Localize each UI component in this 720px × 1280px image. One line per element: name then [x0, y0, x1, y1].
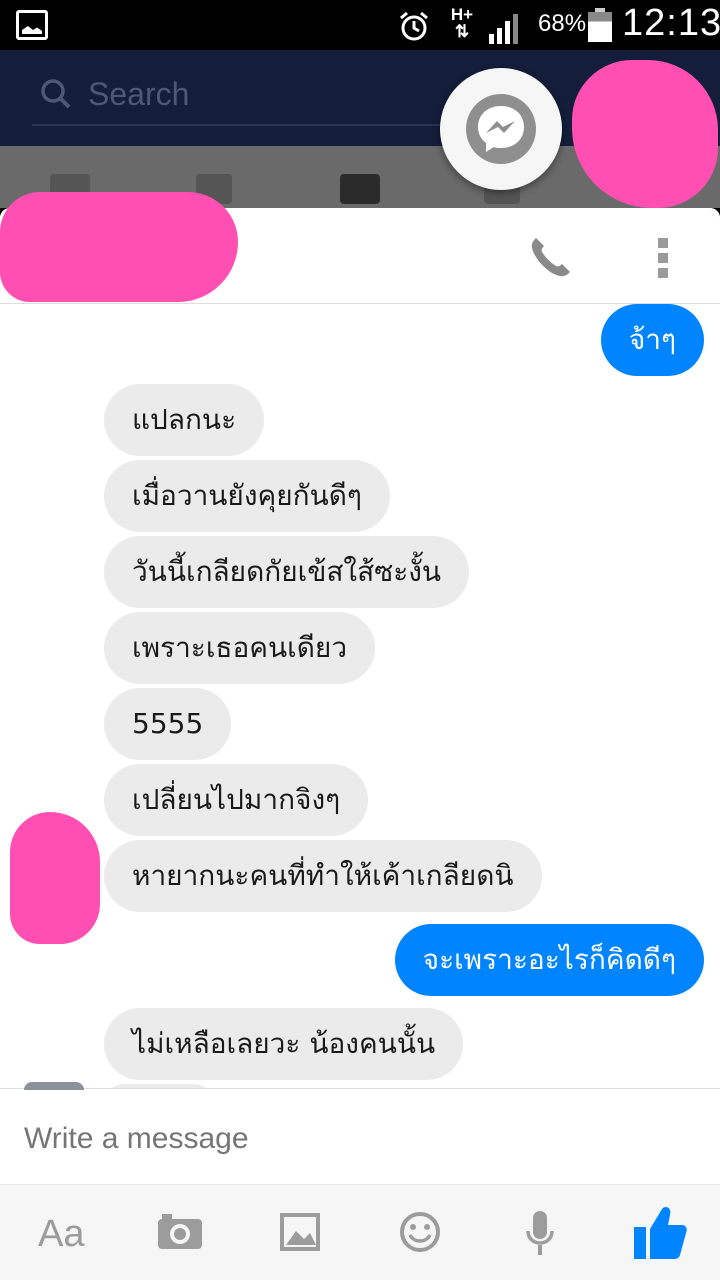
message-bubble-incoming[interactable]: เมื่อวานยังคุยกันดีๆ — [104, 460, 390, 532]
more-options-icon[interactable] — [658, 238, 670, 278]
microphone-icon[interactable] — [524, 1207, 556, 1257]
battery-icon — [588, 8, 612, 42]
emoji-icon[interactable] — [398, 1207, 442, 1257]
redaction-mark — [10, 812, 100, 944]
avatar — [24, 1082, 84, 1090]
redaction-mark — [0, 192, 238, 302]
signal-icon — [489, 14, 518, 44]
clock: 12:13 — [622, 2, 720, 44]
messenger-chat-head[interactable] — [440, 68, 562, 190]
messages-icon[interactable] — [340, 174, 380, 204]
phone-icon[interactable] — [528, 234, 574, 280]
camera-icon[interactable] — [156, 1207, 204, 1257]
message-list: จ้าๆ แปลกนะ เมื่อวานยังคุยกันดีๆ วันนี้เ… — [0, 304, 720, 1088]
message-bubble-incoming[interactable]: เพราะเธอคนเดียว — [104, 612, 376, 684]
composer-toolbar: Aa — [0, 1184, 720, 1280]
battery-percent: 68% — [538, 10, 587, 37]
search-input[interactable]: Search — [88, 76, 189, 113]
message-bubble-incoming[interactable]: แปลกนะ — [104, 384, 265, 456]
gallery-icon[interactable] — [280, 1207, 320, 1257]
network-type: H+ — [450, 5, 474, 24]
message-bubble-outgoing[interactable]: จะเพราะอะไรก็คิดดีๆ — [394, 924, 704, 996]
alarm-icon — [400, 11, 428, 41]
message-bubble-outgoing[interactable]: จ้าๆ — [600, 304, 704, 376]
gallery-notification-icon — [16, 10, 48, 40]
message-bubble-incoming[interactable]: เปลี่ยนไปมากจิงๆ — [104, 764, 369, 836]
message-bubble-incoming[interactable]: หายากนะคนที่ทำให้เค้าเกลียดนิ — [104, 840, 542, 912]
search-icon — [41, 79, 71, 109]
search-underline — [32, 124, 442, 126]
data-arrows-icon: H+ ⇅ — [450, 5, 474, 41]
message-bubble-incoming[interactable]: วันนี้เกลียดกัยเข้สใส้ซะงั้น — [104, 536, 470, 608]
text-style-icon[interactable]: Aa — [38, 1213, 84, 1263]
like-icon[interactable] — [632, 1203, 688, 1261]
message-bubble-incoming[interactable]: ไม่เหลือเลยวะ น้องคนนั้น — [104, 1008, 464, 1080]
messenger-icon — [466, 94, 536, 164]
message-composer — [0, 1088, 720, 1184]
chat-panel: จ้าๆ แปลกนะ เมื่อวานยังคุยกันดีๆ วันนี้เ… — [0, 208, 720, 1280]
message-bubble-incoming[interactable]: 5555 — [104, 688, 232, 760]
message-input[interactable] — [24, 1119, 684, 1159]
status-bar: H+ ⇅ 68% 12:13 — [0, 0, 720, 50]
